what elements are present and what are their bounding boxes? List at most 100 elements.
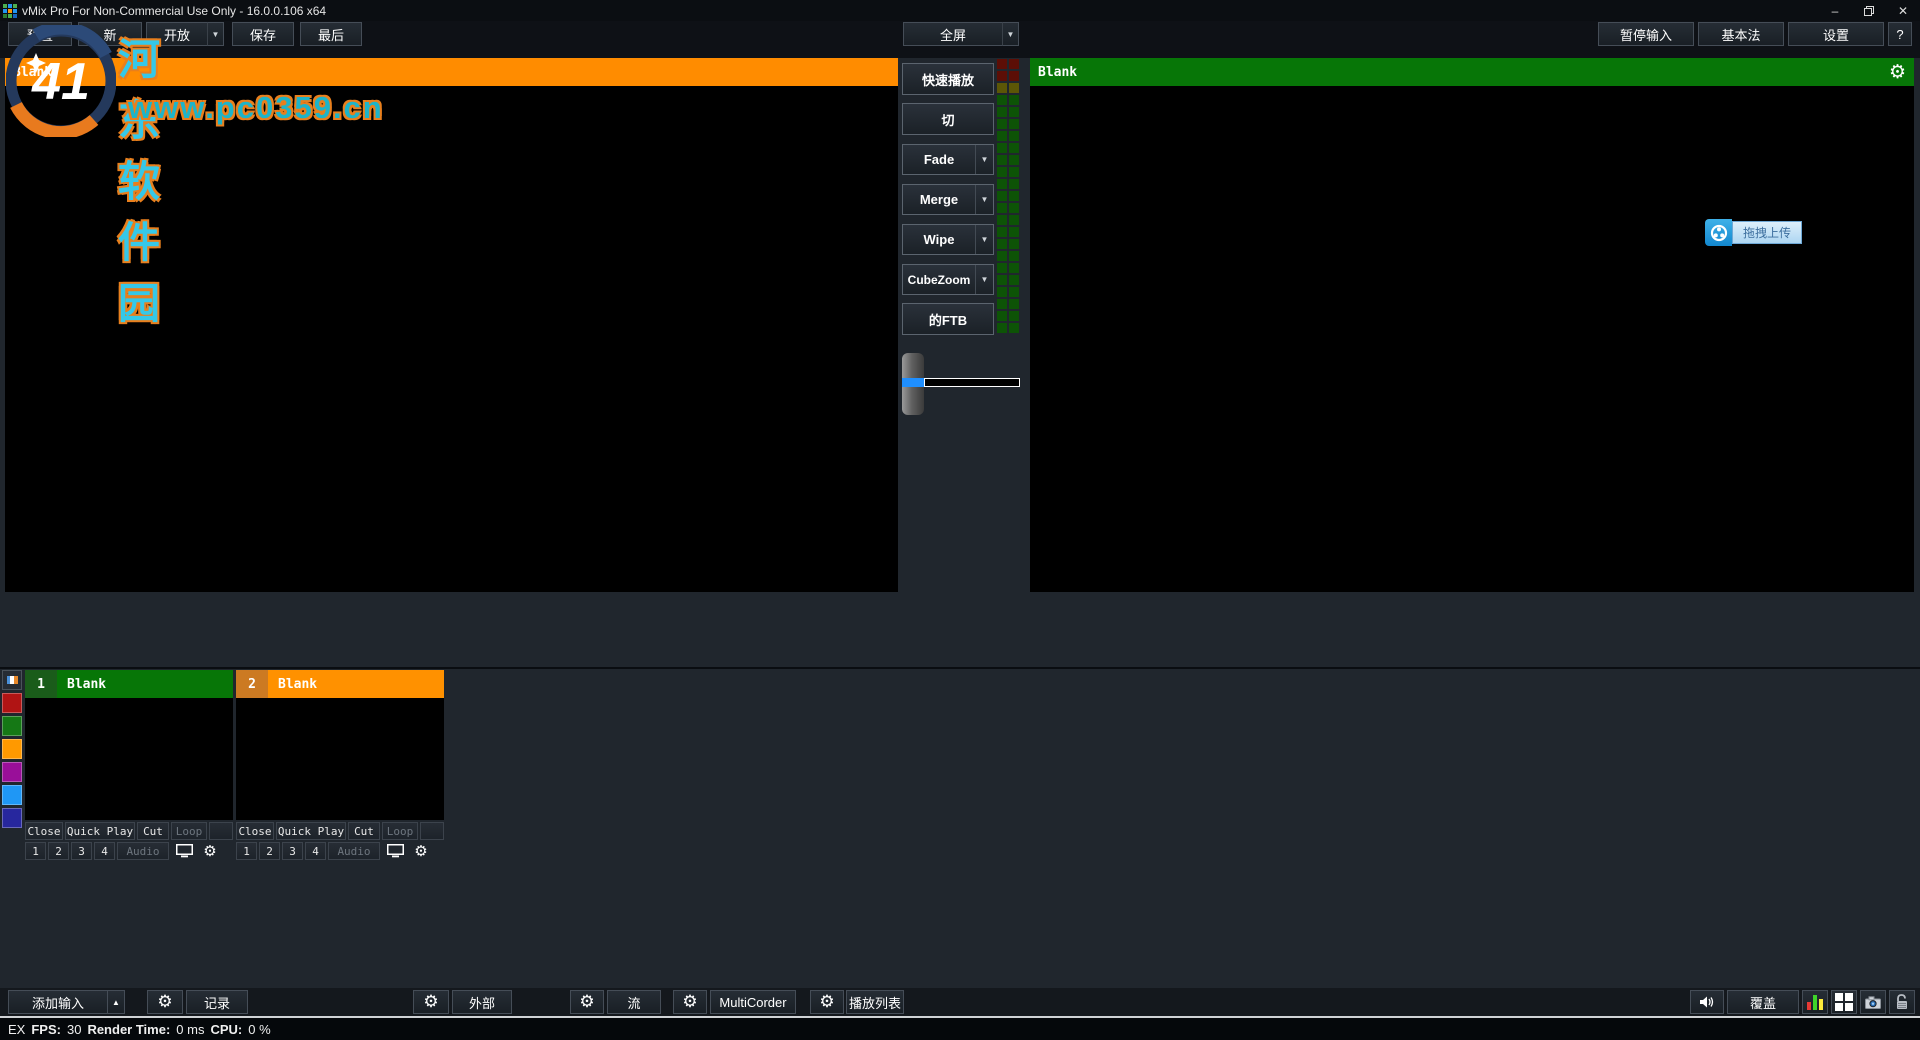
- input2-loop-button[interactable]: Loop: [382, 822, 418, 840]
- input1-settings-gear-icon[interactable]: ⚙: [199, 842, 221, 860]
- input2-close-button[interactable]: Close: [236, 822, 274, 840]
- fullscreen-dropdown-arrow[interactable]: ▼: [1002, 22, 1019, 46]
- cubezoom-dropdown-arrow[interactable]: ▼: [976, 265, 993, 294]
- input1-loop-button[interactable]: Loop: [171, 822, 207, 840]
- input2-overlay3-button[interactable]: 3: [282, 842, 303, 860]
- wipe-dropdown-arrow[interactable]: ▼: [976, 225, 993, 254]
- input-panel-2: 2 Blank Close Quick Play Cut Loop 1 2 3 …: [236, 670, 444, 860]
- input1-close-button[interactable]: Close: [25, 822, 63, 840]
- wipe-transition-button[interactable]: Wipe ▼: [902, 224, 994, 255]
- category-color-tile[interactable]: [2, 716, 22, 736]
- tbar-track[interactable]: [924, 378, 1020, 387]
- drag-upload-button[interactable]: 拖拽上传: [1732, 221, 1802, 244]
- close-button[interactable]: ✕: [1886, 0, 1920, 21]
- record-button[interactable]: 记录: [186, 990, 248, 1014]
- input2-settings-gear-icon[interactable]: ⚙: [410, 842, 432, 860]
- ftb-button[interactable]: 的FTB: [902, 303, 994, 335]
- audio-mixer-button[interactable]: [1802, 990, 1828, 1014]
- preview-video[interactable]: [5, 86, 898, 592]
- settings-button[interactable]: 设置: [1788, 22, 1884, 46]
- stream-settings-gear-icon[interactable]: ⚙: [570, 990, 604, 1014]
- input2-overlay4-button[interactable]: 4: [305, 842, 326, 860]
- merge-label: Merge: [903, 185, 976, 214]
- input2-quickplay-button[interactable]: Quick Play: [276, 822, 346, 840]
- record-settings-gear-icon[interactable]: ⚙: [147, 990, 183, 1014]
- input2-audio-button[interactable]: Audio: [328, 842, 380, 860]
- input2-header[interactable]: 2 Blank: [236, 670, 444, 698]
- cubezoom-transition-button[interactable]: CubeZoom ▼: [902, 264, 994, 295]
- quick-play-button[interactable]: 快速播放: [902, 63, 994, 95]
- meter-segment: [1009, 71, 1019, 81]
- grid-icon: [1835, 993, 1853, 1011]
- external-button[interactable]: 外部: [452, 990, 512, 1014]
- input1-fullscreen-monitor-icon[interactable]: [171, 842, 197, 860]
- category-color-tile[interactable]: [2, 693, 22, 713]
- category-color-tile[interactable]: [2, 808, 22, 828]
- multiview-button[interactable]: [1831, 990, 1857, 1014]
- fade-label: Fade: [903, 145, 976, 174]
- preview-header[interactable]: Blank: [5, 58, 898, 86]
- merge-dropdown-arrow[interactable]: ▼: [976, 185, 993, 214]
- minimize-button[interactable]: –: [1818, 0, 1852, 21]
- category-all-tile[interactable]: [2, 670, 22, 690]
- input1-overlay4-button[interactable]: 4: [94, 842, 115, 860]
- cloud-share-icon[interactable]: [1705, 219, 1732, 246]
- input1-overlay3-button[interactable]: 3: [71, 842, 92, 860]
- open-button[interactable]: 开放: [146, 22, 208, 46]
- input1-quickplay-button[interactable]: Quick Play: [65, 822, 135, 840]
- input1-thumbnail[interactable]: [25, 698, 233, 820]
- preview-panel: Blank: [5, 58, 898, 592]
- fade-transition-button[interactable]: Fade ▼: [902, 144, 994, 175]
- input2-overlay2-button[interactable]: 2: [259, 842, 280, 860]
- meter-segment: [1009, 311, 1019, 321]
- last-button[interactable]: 最后: [300, 22, 362, 46]
- add-input-button[interactable]: 添加输入: [8, 990, 108, 1014]
- multicorder-settings-gear-icon[interactable]: ⚙: [673, 990, 707, 1014]
- input1-overlay2-button[interactable]: 2: [48, 842, 69, 860]
- overlay-button[interactable]: 覆盖: [1727, 990, 1799, 1014]
- program-settings-gear-icon[interactable]: ⚙: [1889, 63, 1906, 82]
- playlist-settings-gear-icon[interactable]: ⚙: [810, 990, 844, 1014]
- camera-icon: [1865, 996, 1881, 1009]
- input2-spare-button[interactable]: [420, 822, 444, 840]
- input1-spare-button[interactable]: [209, 822, 233, 840]
- master-audio-button[interactable]: [1690, 990, 1724, 1014]
- meter-segment: [997, 107, 1007, 117]
- add-input-dropdown-arrow[interactable]: ▲: [107, 990, 125, 1014]
- input1-audio-button[interactable]: Audio: [117, 842, 169, 860]
- external-settings-gear-icon[interactable]: ⚙: [413, 990, 449, 1014]
- fade-dropdown-arrow[interactable]: ▼: [976, 145, 993, 174]
- playlist-button[interactable]: 播放列表: [846, 990, 904, 1014]
- meter-segment: [997, 215, 1007, 225]
- input2-thumbnail[interactable]: [236, 698, 444, 820]
- category-color-tile[interactable]: [2, 762, 22, 782]
- input2-fullscreen-monitor-icon[interactable]: [382, 842, 408, 860]
- input2-overlay1-button[interactable]: 1: [236, 842, 257, 860]
- program-header[interactable]: Blank ⚙: [1030, 58, 1914, 86]
- open-dropdown-arrow[interactable]: ▼: [207, 22, 224, 46]
- category-color-tile[interactable]: [2, 739, 22, 759]
- category-color-tile[interactable]: [2, 785, 22, 805]
- program-video[interactable]: [1030, 86, 1914, 592]
- save-button[interactable]: 保存: [232, 22, 294, 46]
- meter-segment: [997, 167, 1007, 177]
- lock-button[interactable]: [1889, 990, 1915, 1014]
- preset-button[interactable]: 预置: [8, 22, 72, 46]
- input2-cut-button[interactable]: Cut: [348, 822, 380, 840]
- stream-button[interactable]: 流: [607, 990, 661, 1014]
- input1-header[interactable]: 1 Blank: [25, 670, 233, 698]
- cut-button[interactable]: 切: [902, 103, 994, 135]
- input1-overlay1-button[interactable]: 1: [25, 842, 46, 860]
- fullscreen-button[interactable]: 全屏: [903, 22, 1003, 46]
- meter-segment: [997, 203, 1007, 213]
- multicorder-button[interactable]: MultiCorder: [710, 990, 796, 1014]
- merge-transition-button[interactable]: Merge ▼: [902, 184, 994, 215]
- snapshot-button[interactable]: [1860, 990, 1886, 1014]
- maximize-button[interactable]: [1852, 0, 1886, 21]
- pause-inputs-button[interactable]: 暂停输入: [1598, 22, 1694, 46]
- new-button[interactable]: 新: [78, 22, 142, 46]
- input1-cut-button[interactable]: Cut: [137, 822, 169, 840]
- help-button[interactable]: ?: [1888, 22, 1912, 46]
- audio-meter: [997, 59, 1019, 333]
- basic-button[interactable]: 基本法: [1698, 22, 1784, 46]
